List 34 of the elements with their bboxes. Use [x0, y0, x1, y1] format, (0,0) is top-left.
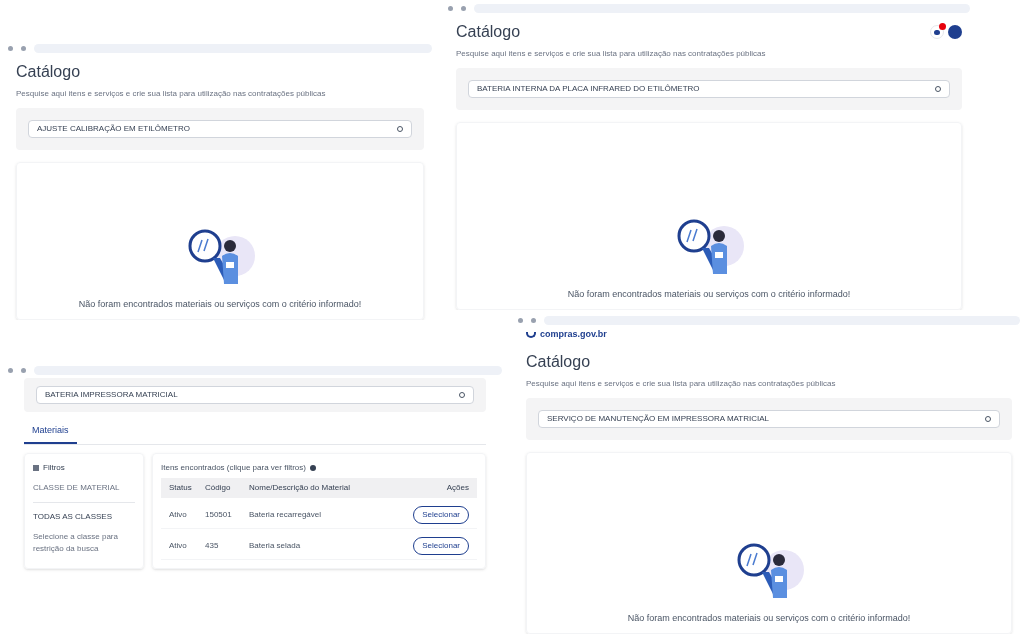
- empty-message: Não foram encontrados materiais ou serviços com o critério informado!: [567, 287, 851, 301]
- user-avatar[interactable]: [948, 25, 962, 39]
- filter-label: CLASSE DE MATERIAL: [33, 481, 135, 503]
- column-header[interactable]: Ações: [409, 481, 469, 494]
- info-icon: [309, 464, 316, 471]
- page-title: Catálogo: [16, 62, 81, 82]
- logo-text: compras.gov.br: [540, 328, 607, 342]
- page-title: Catálogo: [456, 22, 521, 42]
- column-header[interactable]: Nome/Descrição do Material: [249, 481, 409, 494]
- empty-message: Não foram encontrados materiais ou serviços com o critério informado!: [78, 297, 362, 311]
- table-caption: Itens encontrados (clique para ver filtros): [161, 461, 306, 474]
- search-field[interactable]: AJUSTE CALIBRAÇÃO EM ETILÔMETRO: [28, 120, 412, 138]
- page-title: Catálogo: [526, 352, 591, 372]
- empty-message: Não foram encontrados materiais ou serviços com o critério informado!: [627, 611, 911, 625]
- table-cell-text: 435: [205, 539, 220, 552]
- filter-hint: Selecione a classe para restrição da busca: [33, 530, 119, 555]
- column-header[interactable]: Status: [169, 481, 205, 494]
- cart-button[interactable]: [930, 25, 944, 39]
- table-cell-text: Bateria recarregável: [249, 508, 323, 521]
- logo-icon: [526, 332, 536, 338]
- table-cell-text: 150501: [205, 508, 233, 521]
- page-subtitle: Pesquise aqui itens e serviços e crie sua lista para utilização nas contratações públicas: [16, 88, 327, 100]
- table-cell-text: Ativo: [169, 539, 188, 552]
- search-field[interactable]: SERVIÇO DE MANUTENÇÃO EM IMPRESSORA MATRICIAL: [538, 410, 1000, 428]
- page-subtitle: Pesquise aqui itens e serviços e crie sua lista para utilização nas contratações públicas: [526, 378, 837, 390]
- table-cell-text: Ativo: [169, 508, 188, 521]
- table-cell-text: Bateria selada: [249, 539, 302, 552]
- column-header[interactable]: Código: [205, 481, 249, 494]
- search-field[interactable]: BATERIA IMPRESSORA MATRICIAL: [36, 386, 474, 404]
- filter-title: Filtros: [43, 461, 65, 474]
- filter-value[interactable]: TODAS AS CLASSES: [33, 510, 135, 523]
- page-subtitle: Pesquise aqui itens e serviços e crie sua lista para utilização nas contratações públicas: [456, 48, 767, 60]
- search-field[interactable]: BATERIA INTERNA DA PLACA INFRARED DO ETILÔMETRO: [468, 80, 950, 98]
- tab[interactable]: Materiais: [24, 420, 77, 444]
